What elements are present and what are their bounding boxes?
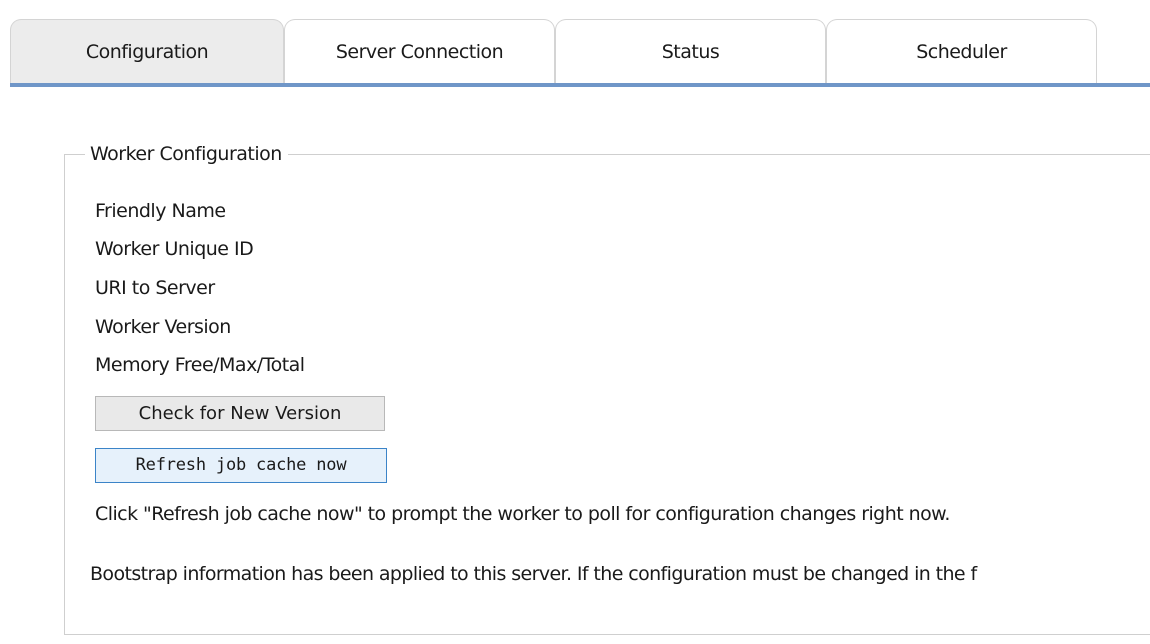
tab-server-connection[interactable]: Server Connection: [284, 19, 555, 83]
memory-free-max-total-label: Memory Free/Max/Total: [95, 354, 305, 376]
tab-status[interactable]: Status: [555, 19, 826, 83]
bootstrap-notice: Bootstrap information has been applied t…: [90, 563, 977, 585]
refresh-job-cache-button[interactable]: Refresh job cache now: [95, 448, 387, 483]
worker-version-label: Worker Version: [95, 316, 231, 338]
worker-configuration-legend: Worker Configuration: [90, 143, 282, 165]
worker-unique-id-label: Worker Unique ID: [95, 238, 254, 260]
worker-configuration-panel: Worker Configuration: [64, 143, 1150, 635]
tab-bar: Configuration Server Connection Status S…: [10, 19, 1150, 83]
worker-settings-page: Configuration Server Connection Status S…: [0, 0, 1150, 644]
tab-configuration[interactable]: Configuration: [10, 19, 284, 83]
friendly-name-label: Friendly Name: [95, 200, 226, 222]
check-for-new-version-button[interactable]: Check for New Version: [95, 396, 385, 431]
tab-underline: [10, 83, 1150, 87]
tab-scheduler[interactable]: Scheduler: [826, 19, 1097, 83]
refresh-cache-hint: Click "Refresh job cache now" to prompt …: [95, 503, 950, 525]
uri-to-server-label: URI to Server: [95, 277, 215, 299]
